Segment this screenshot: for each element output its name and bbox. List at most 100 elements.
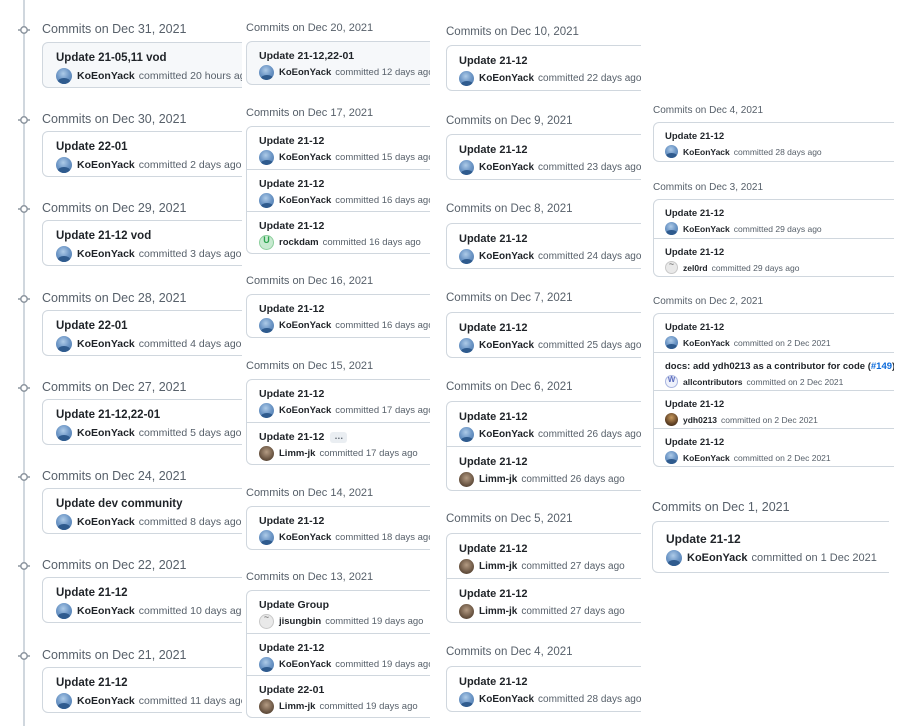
avatar[interactable] — [56, 68, 72, 84]
avatar[interactable] — [56, 514, 72, 530]
commit-group-title: Commits on Dec 17, 2021 — [246, 107, 374, 119]
commit-message-link[interactable]: Update 21-12 — [259, 303, 324, 315]
commit-icon — [18, 293, 30, 305]
commit-message-link[interactable]: Update 21-12 — [459, 55, 527, 67]
commit-author[interactable]: jisungbin — [279, 616, 321, 627]
commit-author[interactable]: KoEonYack — [77, 427, 135, 439]
commit-message-link[interactable]: Update 22-01 — [56, 320, 128, 332]
commit-message-link[interactable]: Update 21-12 — [459, 543, 527, 555]
avatar[interactable] — [56, 693, 72, 709]
commit-message-link[interactable]: Update 21-12 — [459, 411, 527, 423]
commit-author[interactable]: Limm-jk — [279, 448, 315, 459]
commit-message-link[interactable]: Update 21-12 — [459, 233, 527, 245]
commit-message-link[interactable]: Update 21-12 — [259, 135, 324, 147]
avatar[interactable] — [259, 446, 274, 461]
avatar[interactable] — [259, 318, 274, 333]
commit-message-link[interactable]: Update 21-12 — [259, 178, 324, 190]
commit-message-link[interactable]: Update 21-12 — [259, 515, 324, 527]
commit-message-link[interactable]: Update 21-12 vod — [56, 230, 151, 242]
commit-group-title: Commits on Dec 14, 2021 — [246, 487, 374, 499]
commit-list: Update 21-12 KoEonYack committed 22 days a… — [446, 45, 641, 91]
commit-message-link[interactable]: Update 21-05,11 vod — [56, 52, 167, 64]
commit-author[interactable]: Limm-jk — [479, 561, 517, 572]
commit-author[interactable]: KoEonYack — [279, 659, 331, 670]
avatar[interactable] — [56, 603, 72, 619]
avatar[interactable] — [459, 604, 474, 619]
commit-author[interactable]: KoEonYack — [479, 162, 534, 173]
commit-author[interactable]: KoEonYack — [77, 605, 135, 617]
commit-author[interactable]: KoEonYack — [77, 695, 135, 707]
commit-author[interactable]: Limm-jk — [279, 701, 315, 712]
commit-message-link[interactable]: Update 21-12 — [459, 588, 527, 600]
commit-message-link[interactable]: Update 21-12 — [459, 144, 527, 156]
commit-column: Commits on Dec 31, 2021 Update 21-05,11 v… — [0, 0, 242, 726]
commit-list: Update 22-01 KoEonYack committed 4 days ag… — [42, 310, 242, 356]
avatar[interactable] — [259, 235, 274, 250]
commit-message-link[interactable]: Update 21-12 — [56, 587, 128, 599]
commit-meta: KoEonYack committed 23 days ago — [459, 160, 641, 175]
avatar[interactable] — [259, 65, 274, 80]
avatar[interactable] — [56, 246, 72, 262]
avatar[interactable] — [459, 71, 474, 86]
avatar[interactable] — [459, 160, 474, 175]
commit-author[interactable]: Limm-jk — [479, 474, 517, 485]
avatar[interactable] — [56, 336, 72, 352]
commit-message-link[interactable]: Update 21-12 — [666, 532, 741, 546]
commit-author[interactable]: KoEonYack — [279, 195, 331, 206]
avatar[interactable] — [666, 550, 682, 566]
commit-message-link[interactable]: Update 21-12,22-01 — [259, 50, 354, 62]
commit-author[interactable]: KoEonYack — [77, 159, 135, 171]
avatar[interactable] — [459, 249, 474, 264]
commit-message-link[interactable]: Update 21-12 — [259, 642, 324, 654]
avatar[interactable] — [259, 530, 274, 545]
avatar[interactable] — [459, 427, 474, 442]
commit-author[interactable]: KoEonYack — [479, 251, 534, 262]
commit-author[interactable]: KoEonYack — [279, 532, 331, 543]
commit-author[interactable]: KoEonYack — [279, 405, 331, 416]
avatar[interactable] — [259, 403, 274, 418]
avatar[interactable] — [56, 425, 72, 441]
commit-author[interactable]: rockdam — [279, 237, 319, 248]
commit-author[interactable]: KoEonYack — [279, 152, 331, 163]
avatar[interactable] — [459, 692, 474, 707]
avatar[interactable] — [459, 472, 474, 487]
commit-author[interactable]: KoEonYack — [77, 70, 135, 82]
commit-author[interactable]: KoEonYack — [479, 340, 534, 351]
avatar[interactable] — [56, 157, 72, 173]
commit-message-link[interactable]: Update 21-12 — [459, 322, 527, 334]
commit-author[interactable]: KoEonYack — [479, 694, 534, 705]
expand-commit-body-button[interactable]: … — [330, 431, 348, 443]
commit-column: Commits on Dec 20, 2021 Update 21-12,22-0… — [246, 0, 430, 726]
commit-author[interactable]: KoEonYack — [479, 429, 534, 440]
commit-message: Update 21-12 — [259, 642, 430, 654]
commit-time: committed 16 days ago — [335, 195, 430, 206]
commit-message-link[interactable]: Update dev community — [56, 498, 183, 510]
avatar[interactable] — [459, 559, 474, 574]
commit-message-link[interactable]: Update 21-12 — [259, 431, 324, 443]
commit-author[interactable]: KoEonYack — [77, 248, 135, 260]
avatar[interactable] — [259, 699, 274, 714]
commit-message-link[interactable]: Update 22-01 — [56, 141, 128, 153]
commit-message-link[interactable]: Update Group — [259, 599, 329, 611]
commit-message-link[interactable]: Update 21-12,22-01 — [56, 409, 160, 421]
avatar[interactable] — [259, 614, 274, 629]
commit-message-link[interactable]: Update 21-12 — [259, 388, 324, 400]
commit-message-link[interactable]: Update 21-12 — [259, 220, 324, 232]
commit-message-link[interactable]: Update 21-12 — [56, 677, 128, 689]
commit-author[interactable]: KoEonYack — [279, 320, 331, 331]
commit-message-link[interactable]: Update 22-01 — [259, 684, 324, 696]
commit-author[interactable]: KoEonYack — [279, 67, 331, 78]
commit-time: committed 15 days ago — [335, 152, 430, 163]
commit-group-title: Commits on Dec 24, 2021 — [42, 469, 187, 483]
commit-message-link[interactable]: Update 21-12 — [459, 676, 527, 688]
commit-author[interactable]: KoEonYack — [479, 73, 534, 84]
avatar[interactable] — [459, 338, 474, 353]
avatar[interactable] — [259, 657, 274, 672]
avatar[interactable] — [259, 150, 274, 165]
commit-author[interactable]: KoEonYack — [687, 552, 748, 564]
commit-author[interactable]: KoEonYack — [77, 338, 135, 350]
commit-message-link[interactable]: Update 21-12 — [459, 456, 527, 468]
avatar[interactable] — [259, 193, 274, 208]
commit-author[interactable]: KoEonYack — [77, 516, 135, 528]
commit-author[interactable]: Limm-jk — [479, 606, 517, 617]
